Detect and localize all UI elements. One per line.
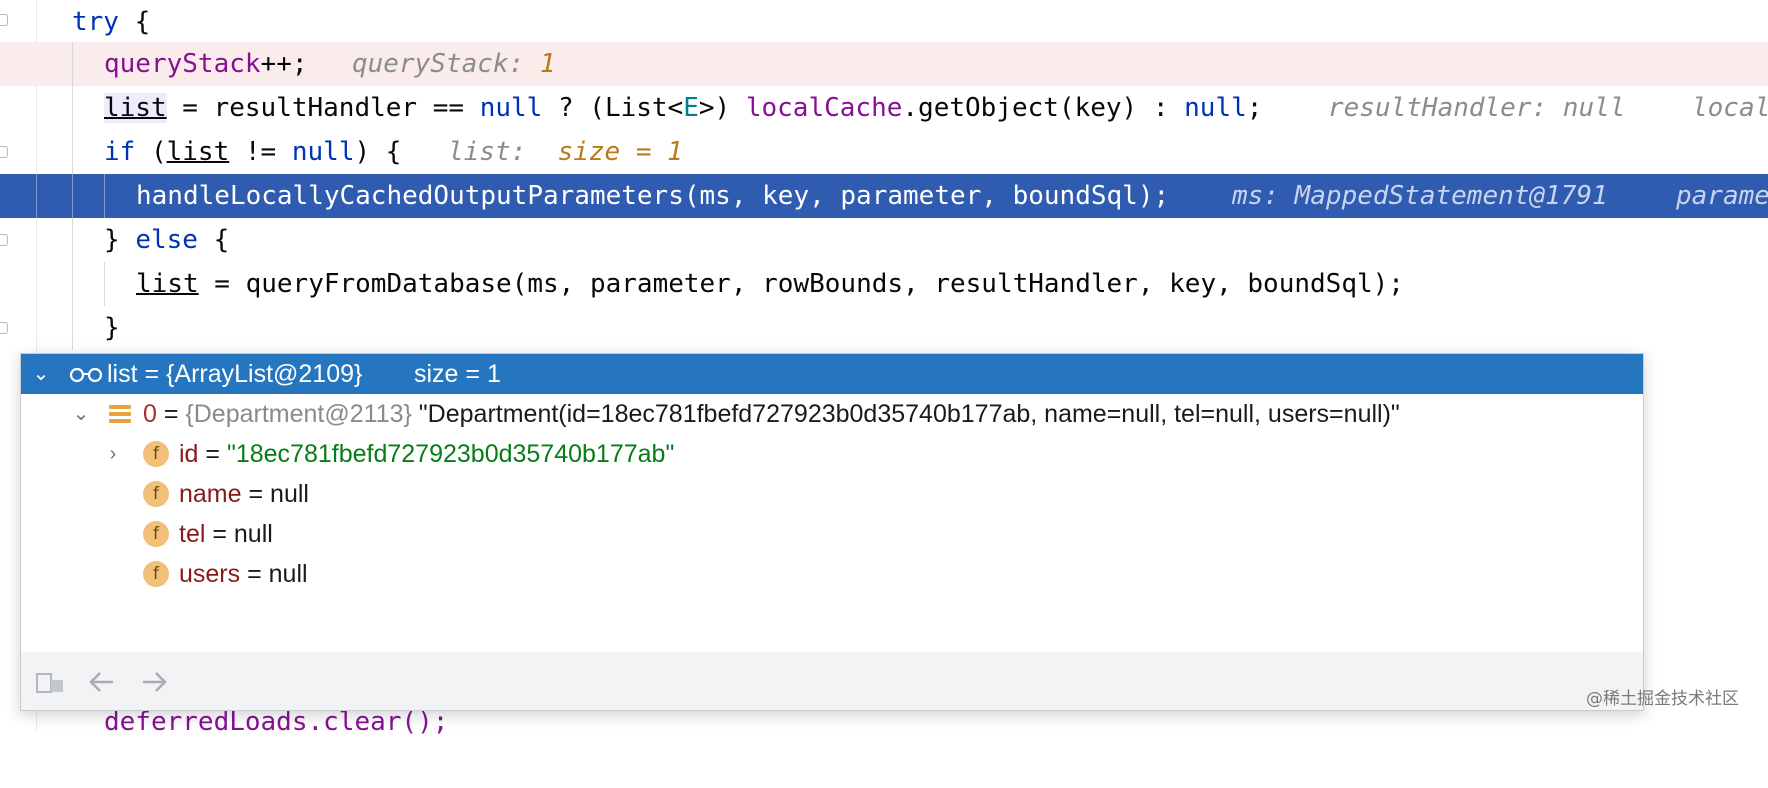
inline-debug-value: parame bbox=[1676, 181, 1768, 211]
code-line-if[interactable]: if (list != null) { list: size = 1 bbox=[0, 130, 1768, 174]
code-line-query-db[interactable]: list = queryFromDatabase(ms, parameter, … bbox=[0, 262, 1768, 306]
popup-root-row[interactable]: ⌄ list = {ArrayList@2109} size = 1 bbox=[21, 354, 1643, 394]
chevron-down-icon[interactable]: ⌄ bbox=[69, 394, 93, 434]
indent-guide bbox=[72, 42, 73, 86]
inline-debug-value: list: size = 1 bbox=[448, 137, 683, 167]
indent-guide bbox=[72, 262, 73, 306]
tree-row-field-tel[interactable]: f tel = null bbox=[21, 514, 1643, 554]
variable-list[interactable]: list bbox=[104, 93, 167, 123]
watermark: @稀土掘金技术社区 bbox=[1586, 689, 1739, 709]
tree-row-field-id[interactable]: › f id = "18ec781fbefd727923b0d35740b177… bbox=[21, 434, 1643, 474]
indent-guide bbox=[72, 306, 73, 350]
forward-arrow-icon[interactable] bbox=[139, 670, 169, 694]
tree-row-field-name[interactable]: f name = null bbox=[21, 474, 1643, 514]
indent-guide bbox=[72, 86, 73, 130]
list-element-icon bbox=[109, 405, 131, 425]
debug-value-popup[interactable]: ⌄ list = {ArrayList@2109} size = 1 ⌄ 0 =… bbox=[20, 353, 1644, 711]
inline-debug-value: resultHandler: null bbox=[1328, 93, 1626, 123]
code-line-close-brace[interactable]: } bbox=[0, 306, 1768, 350]
root-value-label: list = {ArrayList@2109} bbox=[107, 360, 363, 388]
chevron-down-icon[interactable]: ⌄ bbox=[29, 354, 53, 394]
tree-row-item-0[interactable]: ⌄ 0 = {Department@2113} "Department(id=1… bbox=[21, 394, 1643, 434]
indent-guide bbox=[36, 174, 37, 218]
tree-row-field-users[interactable]: f users = null bbox=[21, 554, 1643, 594]
indent-guide bbox=[72, 218, 73, 262]
code-line-current-execution[interactable]: handleLocallyCachedOutputParameters(ms, … bbox=[0, 174, 1768, 218]
field-icon: f bbox=[143, 441, 169, 467]
keyword: try bbox=[72, 7, 119, 37]
code-line-list-assign[interactable]: list = resultHandler == null ? (List<E>)… bbox=[0, 86, 1768, 130]
field-icon: f bbox=[143, 481, 169, 507]
chevron-right-icon[interactable]: › bbox=[101, 434, 125, 474]
indent-guide bbox=[72, 130, 73, 174]
code-line-query-stack[interactable]: queryStack++; queryStack: 1 bbox=[0, 42, 1768, 86]
hierarchy-icon[interactable] bbox=[35, 670, 65, 696]
code-line-else[interactable]: } else { bbox=[0, 218, 1768, 262]
field-icon: f bbox=[143, 521, 169, 547]
popup-tree: ⌄ 0 = {Department@2113} "Department(id=1… bbox=[21, 394, 1643, 652]
inline-debug-value: ms: MappedStatement@1791 bbox=[1232, 181, 1608, 211]
popup-toolbar bbox=[21, 652, 1643, 710]
indent-guide bbox=[104, 174, 105, 218]
field-icon: f bbox=[143, 561, 169, 587]
root-size-label: size = 1 bbox=[414, 360, 501, 388]
indent-guide bbox=[72, 174, 73, 218]
code-line-try[interactable]: try { bbox=[0, 0, 1768, 44]
indent-guide bbox=[104, 262, 105, 306]
inline-debug-value: local bbox=[1692, 93, 1768, 123]
inline-debug-value: queryStack: 1 bbox=[352, 49, 556, 79]
back-arrow-icon[interactable] bbox=[87, 670, 117, 694]
watch-glasses-icon bbox=[69, 367, 103, 383]
